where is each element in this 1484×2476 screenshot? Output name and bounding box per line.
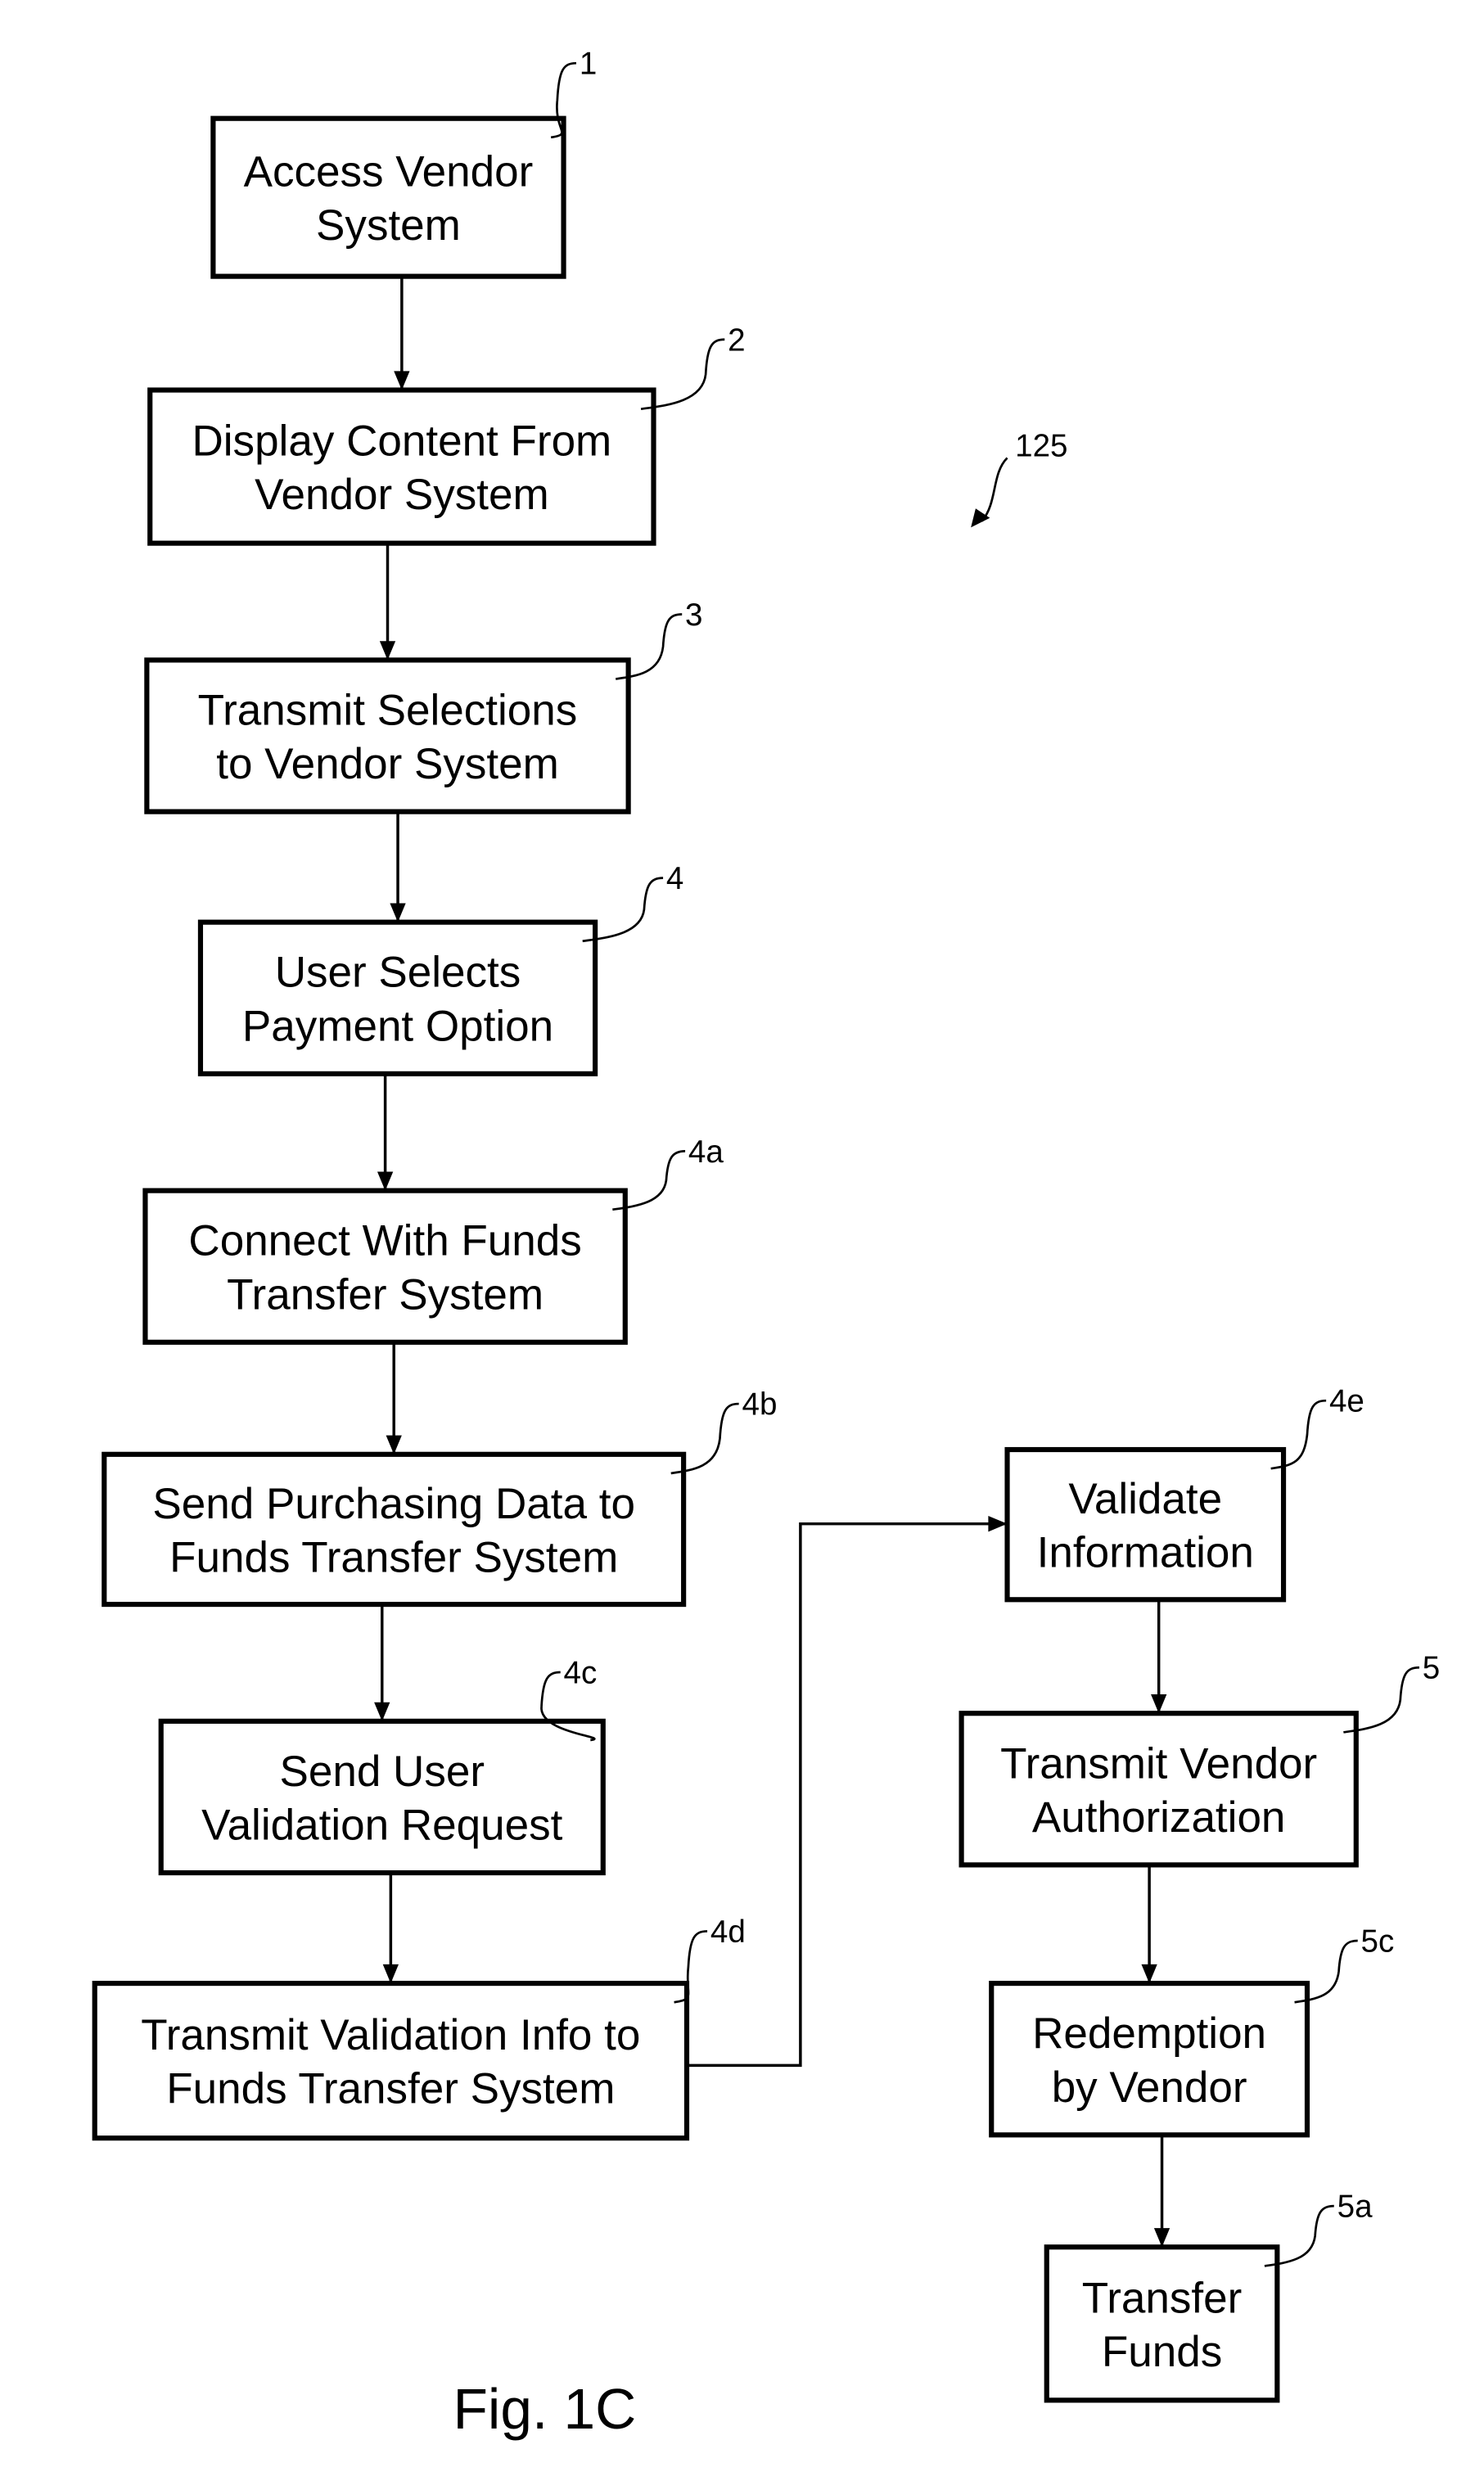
arrowhead-icon <box>386 1435 402 1454</box>
step-label-line: Validation Request <box>201 1802 562 1850</box>
arrowhead-icon <box>1151 1694 1167 1714</box>
step-5c: Redemption by Vendor 5c <box>989 1924 1395 2138</box>
step-4d: Transmit Validation Info to Funds Transfe… <box>92 1915 746 2141</box>
step-label-line: Funds <box>1102 2328 1222 2376</box>
arrowhead-icon <box>374 1702 390 1721</box>
step-reference-numeral: 4c <box>564 1656 598 1691</box>
step-reference-numeral: 4a <box>688 1134 724 1170</box>
step-label-line: Funds Transfer System <box>166 2065 615 2113</box>
step-2: Display Content From Vendor System 2 <box>147 322 746 546</box>
step-label-line: Transmit Selections <box>198 687 578 735</box>
step-box <box>210 115 566 279</box>
step-reference-numeral: 4e <box>1329 1384 1364 1419</box>
step-4b: Send Purchasing Data to Funds Transfer Sy… <box>101 1387 777 1608</box>
step-box <box>1004 1446 1287 1603</box>
step-label-line: Display Content From <box>192 417 611 466</box>
step-label-line: Funds Transfer System <box>169 1534 618 1582</box>
step-label-line: Transfer <box>1082 2274 1242 2322</box>
figure-caption: Fig. 1C <box>453 2377 637 2441</box>
step-label-line: Information <box>1037 1529 1254 1577</box>
step-box <box>1044 2244 1280 2403</box>
step-reference-numeral: 4d <box>710 1915 746 1950</box>
step-box <box>147 387 656 546</box>
step-label-line: Send User <box>279 1748 485 1796</box>
figure-reference-number: 125 <box>1015 429 1067 464</box>
step-box <box>92 1981 690 2141</box>
step-box <box>989 1981 1310 2138</box>
step-label-line: Transmit Vendor <box>1000 1739 1317 1788</box>
arrowhead-icon <box>1153 2228 1171 2248</box>
step-label-line: User Selects <box>275 949 521 997</box>
step-reference-numeral: 4 <box>666 861 683 896</box>
step-5: Transmit Vendor Authorization 5 <box>959 1651 1440 1868</box>
step-label-line: Authorization <box>1032 1793 1286 1842</box>
step-reference-numeral: 1 <box>580 47 597 82</box>
step-label-line: Access Vendor <box>244 148 534 196</box>
step-box <box>142 1188 628 1345</box>
flow-steps: Access Vendor System 1 Display Content From… <box>92 47 1440 2403</box>
step-box <box>158 1718 606 1876</box>
step-label-line: System <box>316 201 461 250</box>
step-reference-numeral: 5a <box>1337 2190 1373 2225</box>
step-reference-numeral: 2 <box>728 322 745 358</box>
flowchart-diagram: Access Vendor System 1 Display Content From… <box>92 47 1440 2441</box>
step-box <box>959 1711 1359 1868</box>
arrowhead-icon <box>379 641 396 661</box>
step-label-line: Send Purchasing Data to <box>152 1480 635 1528</box>
arrowhead-icon <box>390 903 406 922</box>
figure-reference-leader <box>981 457 1008 522</box>
step-label-line: Vendor System <box>255 471 549 519</box>
step-3: Transmit Selections to Vendor System 3 <box>144 598 703 814</box>
arrowhead-icon <box>377 1171 394 1191</box>
step-label-line: Transfer System <box>227 1270 544 1319</box>
step-4e: Validate Information 4e <box>1004 1384 1364 1603</box>
step-reference-numeral: 3 <box>685 598 702 633</box>
arrowhead-icon <box>1141 1964 1157 1984</box>
step-label-line: Validate <box>1068 1475 1222 1523</box>
step-1: Access Vendor System 1 <box>210 47 597 279</box>
step-reference-numeral: 4b <box>742 1387 777 1423</box>
step-label-line: Payment Option <box>242 1002 553 1050</box>
step-box <box>197 919 598 1076</box>
step-label-line: Connect With Funds <box>188 1217 581 1265</box>
step-box <box>144 657 631 814</box>
step-label-line: to Vendor System <box>216 740 559 788</box>
step-label-line: by Vendor <box>1052 2063 1247 2112</box>
step-4a: Connect With Funds Transfer System 4a <box>142 1134 724 1345</box>
step-reference-numeral: 5 <box>1423 1651 1440 1686</box>
step-box <box>101 1451 687 1608</box>
step-label-line: Redemption <box>1032 2009 1266 2058</box>
arrowhead-icon <box>382 1964 399 1984</box>
arrowhead-icon <box>988 1516 1008 1532</box>
step-4: User Selects Payment Option 4 <box>197 861 683 1076</box>
step-reference-numeral: 5c <box>1361 1924 1395 1959</box>
step-label-line: Transmit Validation Info to <box>141 2011 640 2059</box>
arrowhead-icon <box>394 371 410 390</box>
step-5a: Transfer Funds 5a <box>1044 2190 1373 2403</box>
